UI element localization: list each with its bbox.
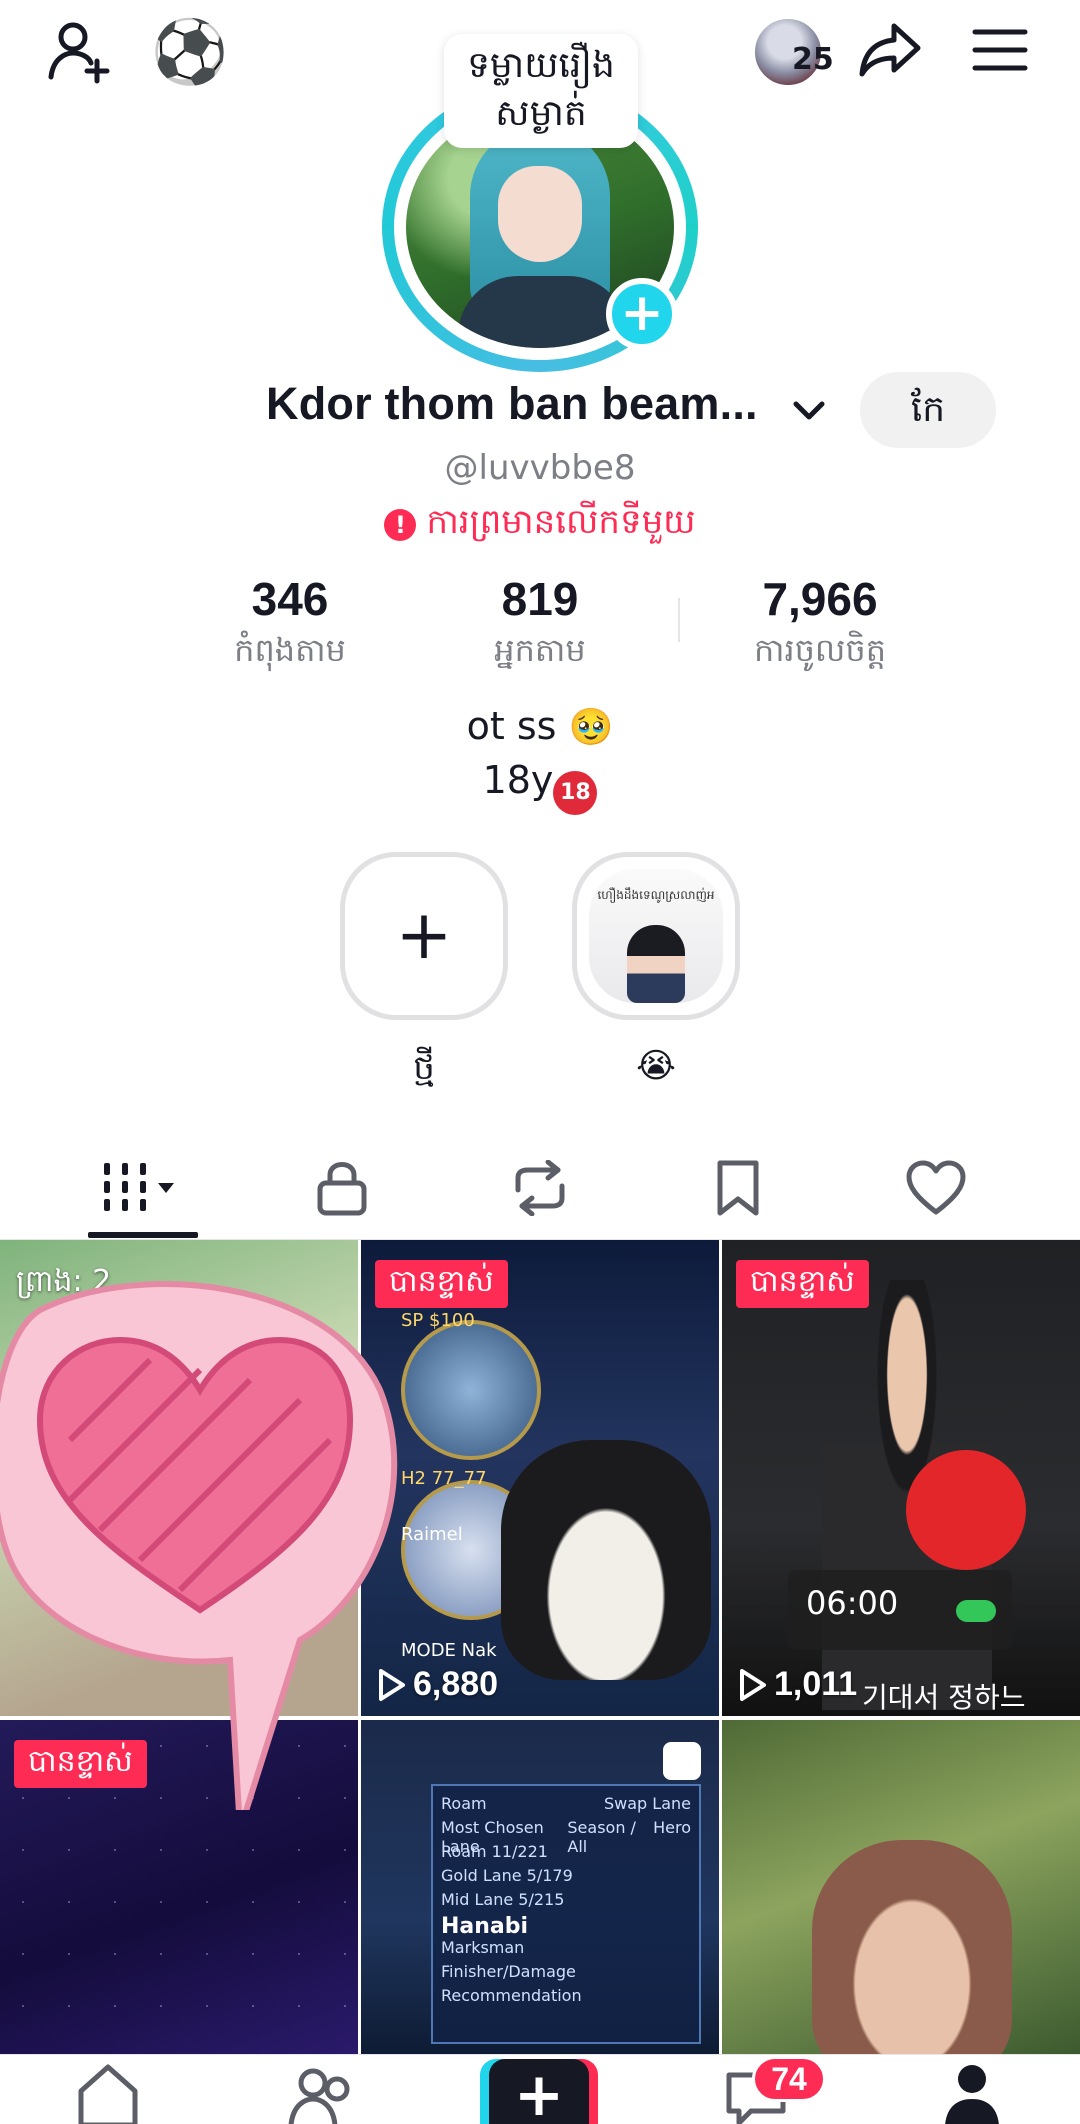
person-image xyxy=(812,1840,1012,2054)
video-tile[interactable]: Roam Swap Lane Most Chosen Lane Season / A… xyxy=(361,1720,719,2054)
likes-label: ការចូលចិត្ត xyxy=(753,631,887,669)
active-tab-indicator xyxy=(88,1232,198,1238)
video-tile[interactable]: SP $100 H2 77_77 Raimel MODE Nak បានខ្ទា… xyxy=(361,1240,719,1716)
play-icon xyxy=(740,1668,766,1701)
account-warning[interactable]: ! ការព្រមានលើកទីមួយ xyxy=(0,500,1080,550)
tab-videos[interactable] xyxy=(92,1156,192,1220)
bio-line-1: ot ss 🥹 xyxy=(466,704,614,748)
nav-friends[interactable] xyxy=(272,2061,372,2124)
highlight-item[interactable]: ហឿងដឹងទេណូស្រលាញ់អ 😭 xyxy=(572,852,740,1086)
cat-image xyxy=(501,1440,711,1680)
warning-icon: ! xyxy=(384,509,417,541)
tab-private[interactable] xyxy=(292,1156,392,1220)
share-icon[interactable] xyxy=(850,10,930,90)
following-label: កំពុងតាម xyxy=(234,631,346,669)
profile-icon xyxy=(945,2065,999,2124)
heart-sticker-icon xyxy=(0,1281,398,1810)
view-count: 1,011 xyxy=(738,1665,857,1704)
multi-image-icon xyxy=(663,1742,701,1780)
no-under-18-icon: 18 xyxy=(553,771,598,815)
highlight-label: 😭 xyxy=(636,1046,676,1086)
nav-profile[interactable] xyxy=(922,2061,1022,2124)
highlight-label: ថ្មី xyxy=(413,1048,435,1088)
tab-favorites[interactable] xyxy=(688,1156,788,1220)
grid-icon xyxy=(104,1163,174,1211)
chevron-down-icon[interactable] xyxy=(786,388,832,434)
repost-icon xyxy=(515,1160,565,1216)
menu-icon[interactable] xyxy=(960,10,1040,90)
content-tabs xyxy=(0,1140,1080,1240)
lock-icon xyxy=(317,1162,367,1216)
following-count: 346 xyxy=(251,573,329,625)
pinned-badge: បានខ្ទាស់ xyxy=(736,1260,869,1308)
plus-icon: + xyxy=(395,896,453,975)
username: @luvvbbe8 xyxy=(444,448,636,488)
alarm-overlay: 06:00 xyxy=(788,1570,1012,1650)
nav-home[interactable] xyxy=(58,2061,158,2124)
pleading-face-emoji: 🥹 xyxy=(568,707,614,748)
edit-profile-button[interactable]: កែ xyxy=(860,372,996,448)
stat-divider xyxy=(678,598,680,642)
soccer-ball-icon[interactable]: ⚽ xyxy=(150,8,230,96)
game-stats-panel: Roam Swap Lane Most Chosen Lane Season / A… xyxy=(431,1784,701,2044)
viewer-count: 25 xyxy=(792,42,834,77)
tab-reposts[interactable] xyxy=(490,1156,590,1220)
followers-stat[interactable]: 819 អ្នកតាម xyxy=(420,572,660,677)
inbox-badge: 74 xyxy=(752,2056,826,2102)
likes-count: 7,966 xyxy=(762,573,878,625)
profile-stats: 346 កំពុងតាម 819 អ្នកតាម 7,966 ការចូលចិត… xyxy=(150,572,930,672)
highlight-thumbnail: ហឿងដឹងទេណូស្រលាញ់អ xyxy=(589,869,723,1003)
display-name[interactable]: Kdor thom ban beam... xyxy=(266,378,758,430)
warning-text: ការព្រមានលើកទីមួយ xyxy=(426,502,696,542)
name-row: Kdor thom ban beam... កែ xyxy=(0,372,1080,448)
story-note-bubble[interactable]: ទម្លាយរឿង សម្ងាត់ xyxy=(444,34,638,148)
tab-liked[interactable] xyxy=(886,1156,986,1220)
video-subtitle: 기대서 정하느 xyxy=(862,1681,1026,1714)
profile-viewers-button[interactable]: 25 xyxy=(738,12,838,92)
new-highlight[interactable]: + ថ្មី xyxy=(340,852,508,1096)
story-highlights: + ថ្មី ហឿងដឹងទេណូស្រលាញ់អ 😭 xyxy=(340,852,740,1092)
add-friend-icon[interactable] xyxy=(36,8,124,96)
video-tile[interactable] xyxy=(722,1720,1080,2054)
add-story-button[interactable]: + xyxy=(606,278,678,350)
followers-label: អ្នកតាម xyxy=(494,631,586,669)
likes-stat[interactable]: 7,966 ការចូលចិត្ត xyxy=(700,572,940,677)
home-icon xyxy=(78,2064,138,2124)
bio-line-2: 18y 18 xyxy=(0,754,1080,815)
heart-icon xyxy=(906,1160,966,1215)
create-button[interactable]: + xyxy=(480,2059,598,2124)
bio: ot ss 🥹 18y 18 xyxy=(0,700,1080,815)
friends-icon xyxy=(288,2068,350,2124)
video-tile[interactable]: 06:00 기대서 정하느 បានខ្ទាស់ 1,011 xyxy=(722,1240,1080,1716)
plus-icon: + xyxy=(489,2059,589,2124)
bookmark-icon xyxy=(717,1160,759,1216)
following-stat[interactable]: 346 កំពុងតាម xyxy=(170,572,410,677)
bottom-navigation: + xyxy=(0,2054,1080,2124)
followers-count: 819 xyxy=(501,573,579,625)
